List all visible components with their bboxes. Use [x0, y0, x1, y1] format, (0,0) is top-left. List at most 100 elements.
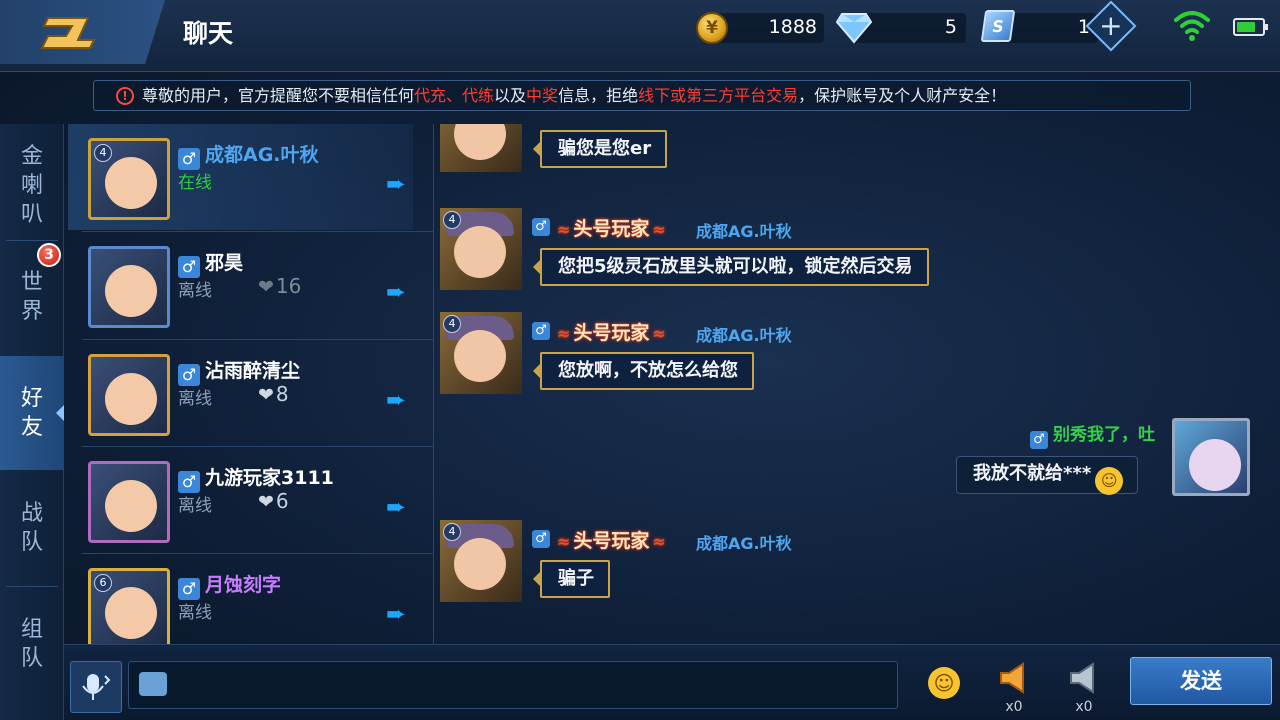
gender-male-icon: ♂ — [1030, 431, 1048, 449]
self-avatar[interactable] — [1172, 418, 1250, 496]
avatar-face — [105, 587, 157, 639]
avatar-face — [105, 480, 157, 532]
friend-item[interactable]: ♂ 邪昊 离线 ❤ 16 ➨ — [68, 232, 413, 338]
world-unread-badge: 3 — [37, 243, 61, 267]
back-button[interactable] — [0, 0, 165, 64]
intimacy-value: ❤ 8 — [258, 382, 289, 406]
friend-status: 离线 — [178, 281, 212, 301]
add-currency-button[interactable]: + — [1085, 0, 1137, 52]
avatar-face — [105, 373, 157, 425]
arrow-right-icon[interactable]: ➨ — [386, 170, 406, 198]
gender-male-icon: ♂ — [178, 578, 200, 600]
friend-item[interactable]: ♂ 九游玩家3111 离线 ❤ 6 ➨ — [68, 447, 413, 553]
friend-list: 4 ♂ 成都AG.叶秋 在线 ➨ ♂ 邪昊 离线 ❤ 16 ➨ ♂ 沾雨醉清尘 离线 ❤ 8 ➨ ♂ 九游玩家311… — [68, 124, 433, 644]
message-bubble: 骗子 — [533, 560, 610, 598]
avatar-face — [454, 124, 506, 160]
channel-nav: 金喇叭 世界 好友 战队 组队 — [0, 124, 64, 720]
sender-name: 成都AG.叶秋 — [696, 534, 792, 553]
nav-char: 友 — [20, 415, 43, 440]
friend-name: 月蚀刻字 — [205, 574, 282, 596]
avatar-level: 6 — [94, 574, 112, 592]
avatar-face — [454, 330, 506, 382]
arrow-right-icon[interactable]: ➨ — [386, 386, 406, 414]
nav-char: 喇 — [20, 172, 43, 198]
battery-level — [1237, 22, 1255, 32]
title-badge: 头号玩家 — [554, 526, 669, 553]
silver-horn-button[interactable] — [1064, 661, 1104, 701]
nav-group[interactable]: 组队 — [0, 588, 64, 700]
sender-avatar[interactable]: 4 — [440, 124, 522, 172]
voucher-icon: S — [980, 10, 1016, 42]
message-input-box[interactable] — [128, 661, 898, 709]
gender-male-icon: ♂ — [178, 148, 200, 170]
avatar: 4 — [88, 138, 170, 220]
avatar-face — [454, 226, 506, 278]
message-bubble: 您把5级灵石放里头就可以啦，锁定然后交易 — [533, 248, 929, 286]
friend-name: 邪昊 — [205, 252, 244, 274]
nav-char: 组 — [20, 617, 43, 642]
notice-text: 尊敬的用户，官方提醒您不要相信任何代充、代练以及中奖信息，拒绝线下或第三方平台交… — [142, 86, 1007, 105]
nav-char: 世 — [20, 270, 43, 295]
heart-icon: ❤ — [258, 276, 274, 298]
intimacy-value: ❤ 16 — [258, 274, 302, 298]
sender-name: 成都AG.叶秋 — [696, 326, 792, 345]
horn-silver-icon — [1070, 662, 1094, 694]
arrow-right-icon[interactable]: ➨ — [386, 600, 406, 628]
message-bubble: 我放不就给*** ☺ — [956, 456, 1139, 495]
title-badge: 头号玩家 — [554, 214, 669, 241]
top-bar: 聊天 ¥ 1888 5 S 1 + — [0, 0, 1280, 72]
wifi-icon — [1174, 11, 1210, 41]
avatar-face — [105, 265, 157, 317]
avatar-level: 4 — [443, 315, 461, 333]
self-name: ♂ 别秀我了，吐 — [1030, 420, 1155, 449]
coin-count: 1888 — [768, 16, 817, 38]
nav-friends[interactable]: 好友 — [0, 356, 64, 470]
nav-char: 队 — [20, 646, 43, 671]
arrow-right-icon[interactable]: ➨ — [386, 278, 406, 306]
avatar-face — [454, 538, 506, 590]
horn-gold-icon — [1000, 662, 1024, 694]
friend-name-row: ♂ 月蚀刻字 — [178, 570, 281, 600]
keyboard-icon — [139, 672, 167, 696]
input-bar: ☺ x0 x0 发送 — [64, 644, 1280, 720]
voice-button[interactable] — [70, 661, 122, 713]
add-icon: + — [1099, 9, 1123, 42]
avatar: 6 — [88, 568, 170, 644]
nav-char: 叭 — [20, 201, 43, 227]
friend-item[interactable]: ♂ 沾雨醉清尘 离线 ❤ 8 ➨ — [68, 340, 413, 446]
intimacy-value: ❤ 6 — [258, 489, 289, 513]
avatar-face — [1189, 439, 1241, 491]
battery-icon — [1233, 18, 1268, 36]
gold-horn-count: x0 — [1005, 699, 1023, 715]
diamond-count: 5 — [944, 16, 957, 38]
friend-name: 成都AG.叶秋 — [205, 144, 319, 166]
friend-item[interactable]: 4 ♂ 成都AG.叶秋在线 ➨ — [68, 124, 413, 230]
emoji-icon[interactable]: ☺ — [928, 667, 960, 699]
title-badge: 头号玩家 — [554, 318, 669, 345]
sender-avatar[interactable]: 4 — [440, 520, 522, 602]
friend-status: 离线 — [178, 496, 212, 516]
friend-name: 九游玩家3111 — [205, 467, 334, 489]
avatar-level: 4 — [94, 144, 112, 162]
friend-name-row: ♂ 九游玩家3111 — [178, 463, 334, 493]
nav-divider — [6, 586, 58, 587]
friend-item[interactable]: 6 ♂ 月蚀刻字离线 ➨ — [68, 554, 413, 644]
avatar — [88, 246, 170, 328]
nav-gold-horn[interactable]: 金喇叭 — [0, 132, 64, 238]
smile-emoji-icon: ☺ — [1095, 467, 1124, 495]
arrow-right-icon[interactable]: ➨ — [386, 493, 406, 521]
send-button[interactable]: 发送 — [1130, 657, 1272, 705]
gold-horn-button[interactable] — [994, 661, 1034, 701]
sender-avatar[interactable]: 4 — [440, 208, 522, 290]
friend-name-row: ♂ 成都AG.叶秋 — [178, 140, 319, 170]
friend-status: 离线 — [178, 603, 212, 623]
message-bubble: 骗您是您er — [532, 130, 668, 168]
friend-status: 在线 — [178, 173, 212, 193]
sender-avatar[interactable]: 4 — [440, 312, 522, 394]
safety-notice: ! 尊敬的用户，官方提醒您不要相信任何代充、代练以及中奖信息，拒绝线下或第三方平… — [93, 80, 1191, 111]
message-input[interactable] — [177, 670, 877, 700]
nav-team[interactable]: 战队 — [0, 472, 64, 584]
nav-char: 金 — [20, 143, 43, 169]
nav-char: 好 — [20, 386, 43, 411]
nav-char: 战 — [20, 501, 43, 526]
